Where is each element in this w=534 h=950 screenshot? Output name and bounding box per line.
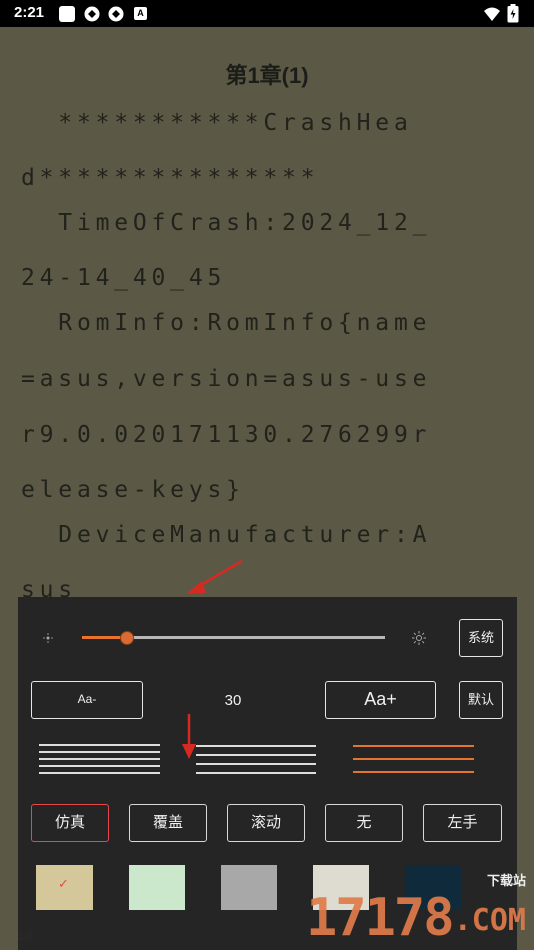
background-swatch-gray[interactable] — [221, 865, 277, 910]
watermark-suffix: .COM — [453, 903, 526, 938]
line-spacing-compact-icon[interactable] — [39, 744, 160, 776]
brightness-low-icon — [43, 633, 53, 643]
page-mode-scroll-button[interactable]: 滚动 — [227, 804, 305, 842]
selected-check-icon: ✓ — [58, 877, 69, 892]
font-decrease-button[interactable]: Aa- — [31, 681, 143, 719]
page-indicator: 1/6 — [18, 931, 34, 943]
background-swatch-beige[interactable]: ✓ — [36, 865, 93, 910]
font-size-value: 30 — [224, 692, 242, 709]
system-brightness-button[interactable]: 系统 — [459, 619, 503, 657]
line-spacing-normal-icon[interactable] — [196, 745, 316, 777]
background-swatch-green[interactable] — [129, 865, 185, 910]
wifi-icon — [484, 7, 500, 21]
line-spacing-wide-icon[interactable] — [353, 745, 474, 777]
content-line: d*************** — [21, 165, 320, 191]
content-line: DeviceManufacturer:A — [21, 522, 432, 548]
content-line: r9.0.020171130.276299r — [21, 422, 432, 448]
watermark-label: 下载站 — [486, 873, 526, 888]
app-notification-icon — [84, 6, 100, 22]
status-time: 2:21 — [14, 4, 45, 21]
status-bar: 2:21 A — [0, 0, 534, 27]
watermark-number: 17178 — [306, 888, 455, 948]
site-watermark-logo: 17178 下载站 .COM — [306, 870, 526, 948]
app-notification-icon-2 — [108, 6, 124, 22]
content-line: RomInfo:RomInfo{name — [21, 310, 432, 336]
page-mode-cover-button[interactable]: 覆盖 — [129, 804, 207, 842]
font-increase-button[interactable]: Aa+ — [325, 681, 436, 719]
brightness-high-icon — [412, 631, 426, 645]
content-line: 24-14_40_45 — [21, 265, 227, 291]
page-mode-left-hand-button[interactable]: 左手 — [423, 804, 502, 842]
page-mode-simulation-button[interactable]: 仿真 — [31, 804, 109, 842]
content-line: ***********CrashHea — [21, 110, 413, 136]
notification-icon — [59, 6, 75, 22]
battery-icon — [507, 4, 519, 23]
content-line: =asus,version=asus-use — [21, 366, 432, 392]
annotation-arrow-icon — [186, 559, 243, 594]
a-badge-icon: A — [134, 7, 147, 20]
brightness-slider-thumb[interactable] — [120, 631, 135, 645]
annotation-arrow-down-icon — [182, 714, 196, 759]
content-line: elease-keys} — [21, 477, 245, 503]
chapter-title: 第1章(1) — [225, 63, 309, 88]
page-mode-none-button[interactable]: 无 — [325, 804, 403, 842]
content-line: TimeOfCrash:2024_12_ — [21, 210, 432, 236]
default-font-button[interactable]: 默认 — [459, 681, 503, 719]
